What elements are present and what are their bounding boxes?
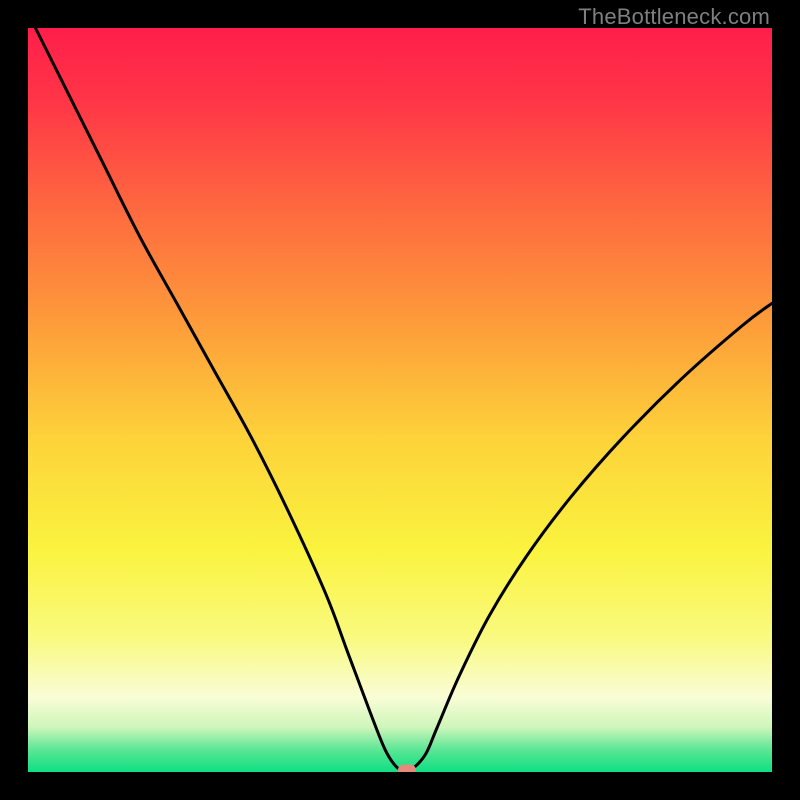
plot-area bbox=[28, 28, 772, 772]
watermark-text: TheBottleneck.com bbox=[578, 4, 770, 30]
chart-frame: TheBottleneck.com bbox=[0, 0, 800, 800]
optimal-point-marker bbox=[398, 764, 416, 772]
bottleneck-curve bbox=[28, 28, 772, 772]
